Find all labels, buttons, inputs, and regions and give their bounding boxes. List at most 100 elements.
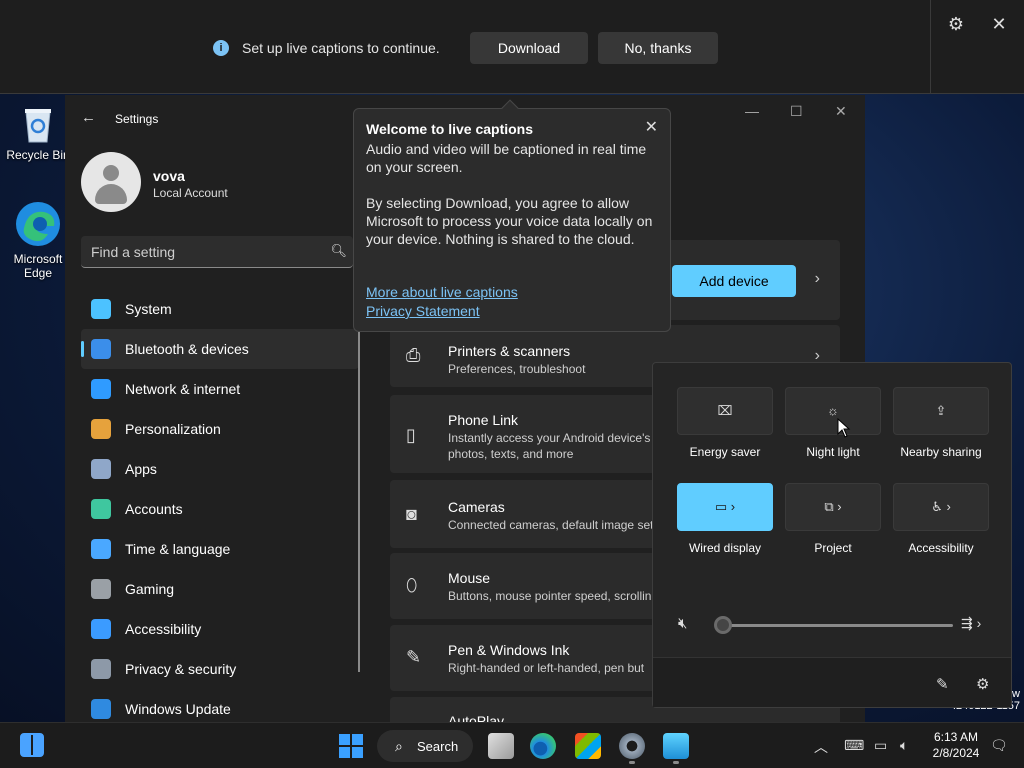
brightness-icon: ☼ [827, 403, 839, 418]
settings-search[interactable]: 🔍︎ [81, 236, 353, 268]
sidebar-item-label: System [125, 301, 172, 317]
energy-saver-tile[interactable]: ⌧ [677, 387, 773, 435]
divider [930, 0, 931, 94]
live-captions-app-icon[interactable] [663, 733, 689, 759]
row-subtitle: Buttons, mouse pointer speed, scrollin [448, 589, 652, 603]
quick-settings-panel: ⌧ Energy saver ☼ Night light ⇪ Nearby sh… [652, 362, 1012, 708]
row-title: Printers & scanners [448, 343, 571, 359]
sidebar-item-label: Personalization [125, 421, 221, 437]
info-icon: i [213, 40, 229, 56]
volume-slider-thumb[interactable] [714, 616, 732, 634]
sidebar-item-label: Windows Update [125, 701, 231, 717]
no-thanks-button[interactable]: No, thanks [598, 32, 718, 64]
gear-icon[interactable]: ⚙ [976, 675, 989, 693]
close-icon[interactable]: ✕ [645, 117, 658, 137]
window-title: Settings [115, 112, 159, 126]
sidebar-item-personalization[interactable]: Personalization [81, 409, 359, 449]
chevron-up-icon[interactable]: ︿ [814, 737, 828, 757]
minimize-icon[interactable]: — [745, 103, 759, 119]
start-button[interactable] [338, 733, 364, 759]
row-title: Cameras [448, 499, 505, 515]
gear-icon[interactable]: ⚙ [946, 14, 966, 34]
accessibility-tile[interactable]: ♿︎ › [893, 483, 989, 531]
back-arrow-icon[interactable]: ← [81, 109, 96, 126]
store-icon[interactable] [575, 733, 601, 759]
cast-icon: ▭ [714, 499, 728, 514]
keyboard-icon[interactable]: ⌨ [844, 737, 864, 754]
accessibility-icon [91, 619, 111, 639]
maximize-icon[interactable]: ☐ [790, 103, 803, 120]
taskbar-search-label: Search [417, 739, 459, 754]
desktop-icon-recycle-bin[interactable]: Recycle Bin [4, 104, 72, 162]
sidebar-item-time-language[interactable]: Time & language [81, 529, 359, 569]
update-icon [91, 699, 111, 719]
scrollbar[interactable] [358, 332, 360, 672]
tile-label: Nearby sharing [900, 445, 982, 459]
wifi-icon [91, 379, 111, 399]
camera-icon: ◙ [406, 504, 417, 524]
project-tile[interactable]: ⧉ › [785, 483, 881, 531]
sidebar-item-label: Apps [125, 461, 157, 477]
privacy-statement-link[interactable]: Privacy Statement [366, 303, 480, 319]
row-title: Pen & Windows Ink [448, 642, 570, 658]
task-view-icon[interactable] [488, 733, 514, 759]
sidebar-item-bluetooth-devices[interactable]: Bluetooth & devices [81, 329, 359, 369]
sidebar-item-label: Accounts [125, 501, 183, 517]
edge-icon [14, 200, 62, 248]
row-title: Phone Link [448, 412, 519, 428]
add-device-button[interactable]: Add device [672, 265, 796, 297]
night-light-tile[interactable]: ☼ [785, 387, 881, 435]
sidebar-item-label: Network & internet [125, 381, 241, 397]
edge-icon[interactable] [530, 733, 556, 759]
chevron-right-icon[interactable]: › [815, 270, 820, 288]
sidebar-item-accounts[interactable]: Accounts [81, 489, 359, 529]
sidebar-item-label: Accessibility [125, 621, 202, 637]
taskbar-clock[interactable]: 6:13 AM 2/8/2024 [928, 729, 984, 761]
tile-label: Wired display [688, 541, 762, 555]
volume-slider[interactable] [723, 624, 953, 627]
sidebar-item-system[interactable]: System [81, 289, 359, 329]
pencil-icon[interactable]: ✎ [936, 675, 949, 693]
live-captions-bar: i Set up live captions to continue. Down… [0, 0, 1024, 94]
download-button[interactable]: Download [470, 32, 588, 64]
sidebar-item-apps[interactable]: Apps [81, 449, 359, 489]
speaker-muted-icon[interactable]: 🔇︎ [678, 615, 687, 632]
taskbar-search[interactable]: ⌕ Search [377, 730, 473, 762]
avatar[interactable] [81, 152, 141, 212]
apps-icon [91, 459, 111, 479]
chevron-right-icon[interactable]: › [731, 499, 735, 514]
audio-output-icon[interactable]: ⇶ › [961, 615, 981, 632]
popup-paragraph: Audio and video will be captioned in rea… [366, 141, 647, 175]
desktop-icon-edge[interactable]: Microsoft Edge [4, 200, 72, 280]
close-icon[interactable]: ✕ [835, 103, 847, 120]
nearby-sharing-tile[interactable]: ⇪ [893, 387, 989, 435]
clock-globe-icon [91, 539, 111, 559]
row-subtitle: Right-handed or left-handed, pen but [448, 661, 645, 675]
chevron-right-icon[interactable]: › [946, 499, 950, 514]
network-icon[interactable]: ▭ [874, 737, 887, 754]
chevron-right-icon[interactable]: › [837, 499, 841, 514]
sidebar-item-privacy[interactable]: Privacy & security [81, 649, 359, 689]
close-icon[interactable]: ✕ [989, 14, 1009, 34]
sidebar-item-gaming[interactable]: Gaming [81, 569, 359, 609]
brush-icon [91, 419, 111, 439]
settings-app-icon[interactable] [619, 733, 645, 759]
wired-display-tile[interactable]: ▭ › [677, 483, 773, 531]
sidebar-item-windows-update[interactable]: Windows Update [81, 689, 359, 722]
search-icon: ⌕ [395, 738, 403, 754]
share-icon: ⇪ [935, 403, 947, 418]
sidebar-item-accessibility[interactable]: Accessibility [81, 609, 359, 649]
search-icon[interactable]: 🔍︎ [330, 243, 347, 259]
notification-icon[interactable]: 🗨︎ [990, 737, 1008, 754]
tile-label: Night light [806, 445, 860, 459]
sidebar-nav: System Bluetooth & devices Network & int… [81, 289, 359, 722]
search-input[interactable] [91, 242, 321, 262]
mouse-icon: ⬯ [406, 575, 418, 595]
system-icon [91, 299, 111, 319]
widgets-icon[interactable] [20, 733, 44, 757]
sidebar-item-network[interactable]: Network & internet [81, 369, 359, 409]
live-captions-popup: Welcome to live captions ✕ Audio and vid… [353, 99, 671, 332]
phone-icon: ▯ [406, 425, 416, 445]
more-about-captions-link[interactable]: More about live captions [366, 284, 518, 300]
speaker-muted-icon[interactable]: 🔈︎ [900, 737, 908, 754]
